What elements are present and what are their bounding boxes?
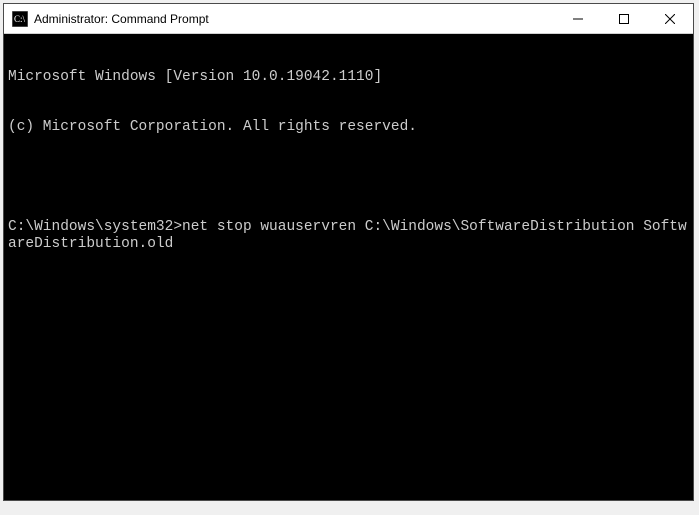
blank-line bbox=[8, 169, 689, 186]
version-line: Microsoft Windows [Version 10.0.19042.11… bbox=[8, 69, 689, 86]
cmd-icon: C:\ bbox=[12, 11, 28, 27]
titlebar[interactable]: C:\ Administrator: Command Prompt bbox=[4, 4, 693, 34]
window-title: Administrator: Command Prompt bbox=[34, 12, 555, 26]
command-prompt-window: C:\ Administrator: Command Prompt bbox=[3, 3, 694, 501]
prompt-text: C:\Windows\system32> bbox=[8, 219, 182, 235]
terminal-output[interactable]: Microsoft Windows [Version 10.0.19042.11… bbox=[4, 34, 693, 500]
svg-text:C:\: C:\ bbox=[14, 14, 26, 24]
minimize-button[interactable] bbox=[555, 4, 601, 33]
window-controls bbox=[555, 4, 693, 33]
copyright-line: (c) Microsoft Corporation. All rights re… bbox=[8, 119, 689, 136]
maximize-button[interactable] bbox=[601, 4, 647, 33]
command-line: C:\Windows\system32>net stop wuauservren… bbox=[8, 219, 689, 252]
close-button[interactable] bbox=[647, 4, 693, 33]
